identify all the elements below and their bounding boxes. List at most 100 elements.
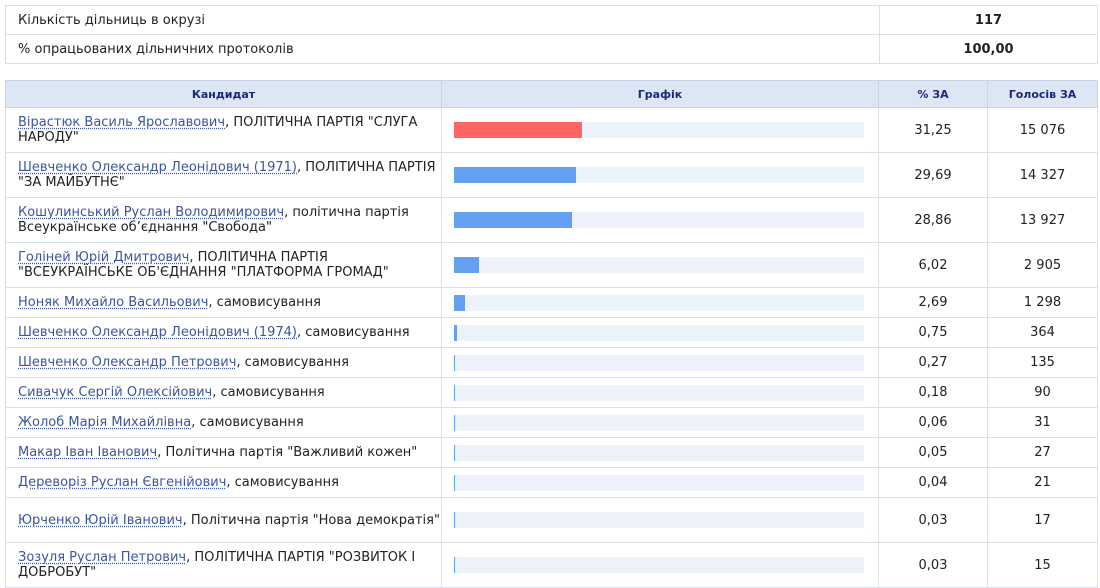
table-row: Зозуля Руслан Петрович, ПОЛІТИЧНА ПАРТІЯ… xyxy=(6,543,1098,588)
candidate-link[interactable]: Кошулинський Руслан Володимирович xyxy=(18,205,284,220)
votes-value: 21 xyxy=(988,468,1098,498)
votes-value: 1 298 xyxy=(988,288,1098,318)
candidate-cell: Сивачук Сергій Олексійович, самовисуванн… xyxy=(6,378,442,408)
table-row: Дереворіз Руслан Євгенійович, самовисува… xyxy=(6,468,1098,498)
bar-track xyxy=(454,325,864,341)
header-chart: Графік xyxy=(442,81,879,108)
votes-value: 364 xyxy=(988,318,1098,348)
header-votes: Голосів ЗА xyxy=(988,81,1098,108)
candidate-link[interactable]: Шевченко Олександр Леонідович (1974) xyxy=(18,325,297,340)
chart-cell xyxy=(442,438,879,468)
chart-cell xyxy=(442,543,879,588)
candidate-cell: Вірастюк Василь Ярославович, ПОЛІТИЧНА П… xyxy=(6,108,442,153)
table-row: Жолоб Марія Михайлівна, самовисування 0,0… xyxy=(6,408,1098,438)
percent-value: 0,18 xyxy=(879,378,988,408)
bar-track xyxy=(454,257,864,273)
table-row: Сивачук Сергій Олексійович, самовисуванн… xyxy=(6,378,1098,408)
summary-row: Кількість дільниць в окрузі 117 xyxy=(6,6,1098,35)
bar-track xyxy=(454,295,864,311)
bar-fill xyxy=(454,257,479,273)
bar-track xyxy=(454,167,864,183)
table-row: Вірастюк Василь Ярославович, ПОЛІТИЧНА П… xyxy=(6,108,1098,153)
bar-track xyxy=(454,445,864,461)
candidate-link[interactable]: Вірастюк Василь Ярославович xyxy=(18,115,225,130)
table-row: Шевченко Олександр Леонідович (1974), са… xyxy=(6,318,1098,348)
bar-track xyxy=(454,355,864,371)
bar-track xyxy=(454,122,864,138)
percent-value: 29,69 xyxy=(879,153,988,198)
candidate-cell: Жолоб Марія Михайлівна, самовисування xyxy=(6,408,442,438)
table-row: Юрченко Юрій Іванович, Політична партія … xyxy=(6,498,1098,543)
chart-cell xyxy=(442,108,879,153)
candidate-link[interactable]: Сивачук Сергій Олексійович xyxy=(18,385,212,400)
percent-value: 6,02 xyxy=(879,243,988,288)
candidate-party: , самовисування xyxy=(191,415,304,430)
candidate-link[interactable]: Шевченко Олександр Петрович xyxy=(18,355,236,370)
votes-value: 15 xyxy=(988,543,1098,588)
table-row: Кошулинський Руслан Володимирович, політ… xyxy=(6,198,1098,243)
chart-cell xyxy=(442,408,879,438)
bar-fill xyxy=(454,385,455,401)
percent-value: 0,03 xyxy=(879,543,988,588)
candidate-cell: Шевченко Олександр Леонідович (1974), са… xyxy=(6,318,442,348)
bar-fill xyxy=(454,167,576,183)
candidate-party: , Політична партія "Важливий кожен" xyxy=(157,445,417,460)
candidate-link[interactable]: Шевченко Олександр Леонідович (1971) xyxy=(18,160,297,175)
percent-value: 28,86 xyxy=(879,198,988,243)
candidate-cell: Шевченко Олександр Леонідович (1971), ПО… xyxy=(6,153,442,198)
results-table: Кандидат Графік % ЗА Голосів ЗА Вірастюк… xyxy=(5,80,1098,588)
candidate-party: , самовисування xyxy=(226,475,339,490)
summary-table: Кількість дільниць в окрузі 117 % опраць… xyxy=(5,5,1098,64)
percent-value: 2,69 xyxy=(879,288,988,318)
percent-value: 0,03 xyxy=(879,498,988,543)
bar-fill xyxy=(454,325,457,341)
bar-track xyxy=(454,385,864,401)
bar-track xyxy=(454,212,864,228)
candidate-cell: Ноняк Михайло Васильович, самовисування xyxy=(6,288,442,318)
candidate-link[interactable]: Макар Іван Іванович xyxy=(18,445,157,460)
summary-label: Кількість дільниць в окрузі xyxy=(6,6,880,35)
votes-value: 15 076 xyxy=(988,108,1098,153)
candidate-party: , самовисування xyxy=(212,385,325,400)
percent-value: 0,75 xyxy=(879,318,988,348)
candidate-party: , Політична партія "Нова демократія" xyxy=(183,513,440,528)
chart-cell xyxy=(442,288,879,318)
votes-value: 31 xyxy=(988,408,1098,438)
candidate-cell: Макар Іван Іванович, Політична партія "В… xyxy=(6,438,442,468)
chart-cell xyxy=(442,318,879,348)
table-row: Голіней Юрій Дмитрович, ПОЛІТИЧНА ПАРТІЯ… xyxy=(6,243,1098,288)
candidate-link[interactable]: Голіней Юрій Дмитрович xyxy=(18,250,189,265)
table-row: Шевченко Олександр Леонідович (1971), ПО… xyxy=(6,153,1098,198)
votes-value: 17 xyxy=(988,498,1098,543)
votes-value: 90 xyxy=(988,378,1098,408)
summary-label: % опрацьованих дільничних протоколів xyxy=(6,35,880,64)
bar-track xyxy=(454,557,864,573)
candidate-cell: Голіней Юрій Дмитрович, ПОЛІТИЧНА ПАРТІЯ… xyxy=(6,243,442,288)
candidate-party: , самовисування xyxy=(236,355,349,370)
chart-cell xyxy=(442,153,879,198)
candidate-link[interactable]: Зозуля Руслан Петрович xyxy=(18,550,186,565)
votes-value: 2 905 xyxy=(988,243,1098,288)
summary-value: 100,00 xyxy=(880,35,1098,64)
bar-fill xyxy=(454,122,582,138)
candidate-link[interactable]: Юрченко Юрій Іванович xyxy=(18,513,183,528)
candidate-cell: Юрченко Юрій Іванович, Політична партія … xyxy=(6,498,442,543)
candidate-cell: Зозуля Руслан Петрович, ПОЛІТИЧНА ПАРТІЯ… xyxy=(6,543,442,588)
percent-value: 0,05 xyxy=(879,438,988,468)
candidate-party: , самовисування xyxy=(297,325,410,340)
candidate-link[interactable]: Ноняк Михайло Васильович xyxy=(18,295,208,310)
bar-fill xyxy=(454,355,455,371)
votes-value: 27 xyxy=(988,438,1098,468)
candidate-cell: Шевченко Олександр Петрович, самовисуван… xyxy=(6,348,442,378)
results-body: Вірастюк Василь Ярославович, ПОЛІТИЧНА П… xyxy=(6,108,1098,588)
header-candidate: Кандидат xyxy=(6,81,442,108)
chart-cell xyxy=(442,468,879,498)
chart-cell xyxy=(442,378,879,408)
header-percent: % ЗА xyxy=(879,81,988,108)
percent-value: 0,06 xyxy=(879,408,988,438)
candidate-link[interactable]: Жолоб Марія Михайлівна xyxy=(18,415,191,430)
bar-track xyxy=(454,415,864,431)
candidate-link[interactable]: Дереворіз Руслан Євгенійович xyxy=(18,475,226,490)
chart-cell xyxy=(442,243,879,288)
bar-track xyxy=(454,475,864,491)
